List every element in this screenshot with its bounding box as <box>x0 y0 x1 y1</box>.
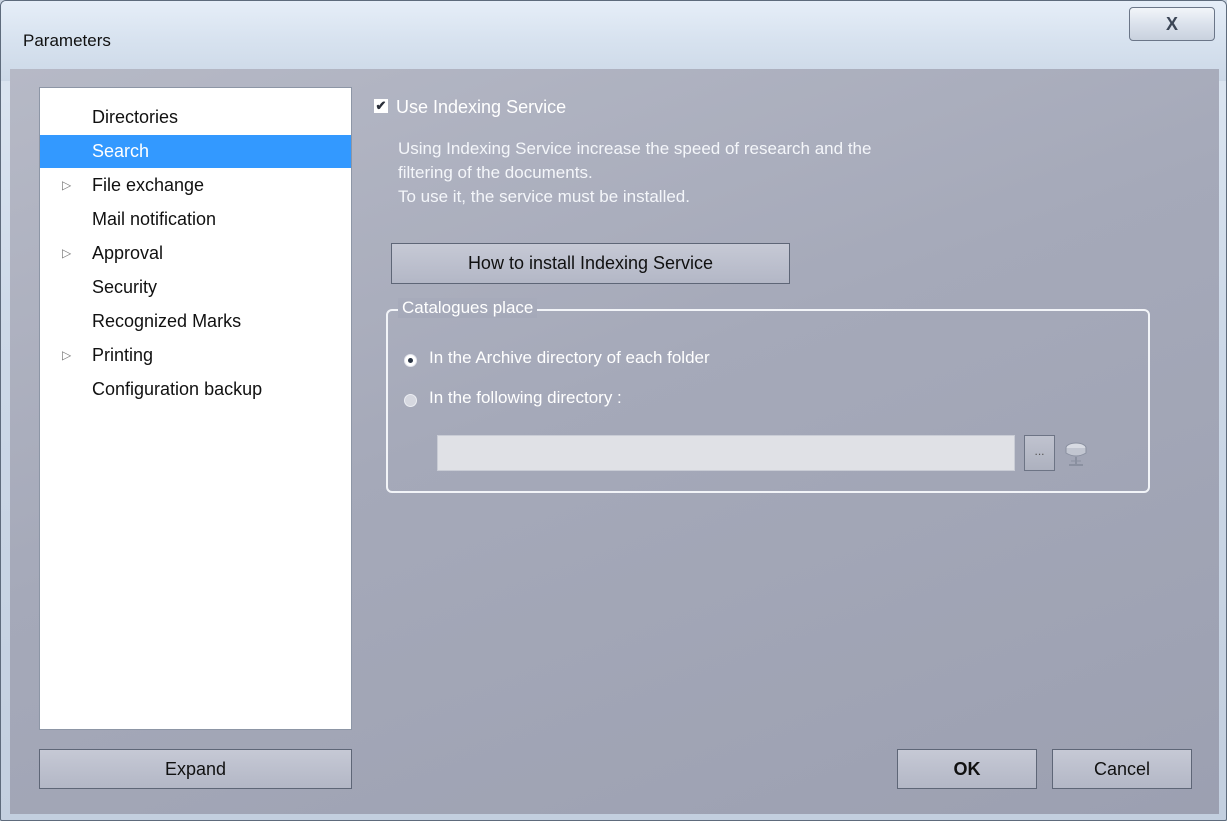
expand-button[interactable]: Expand <box>39 749 352 789</box>
tree-item-mail-notification[interactable]: Mail notification <box>40 203 351 236</box>
tree-item-configuration-backup[interactable]: Configuration backup <box>40 373 351 406</box>
description-line-1: Using Indexing Service increase the spee… <box>398 139 872 158</box>
tree-item-label: Security <box>92 277 158 297</box>
tree-item-directories[interactable]: Directories <box>40 101 351 134</box>
close-button[interactable]: X <box>1129 7 1215 41</box>
directory-path-input[interactable] <box>437 435 1015 471</box>
following-directory-label[interactable]: In the following directory : <box>429 388 622 408</box>
expand-arrow-icon[interactable]: ▷ <box>62 169 71 201</box>
browse-button[interactable]: ... <box>1024 435 1055 471</box>
expand-arrow-icon[interactable]: ▷ <box>62 339 71 371</box>
tree-item-label: Configuration backup <box>92 379 263 399</box>
close-icon: X <box>1165 14 1178 34</box>
tree-item-search[interactable]: Search <box>40 135 351 168</box>
cancel-button[interactable]: Cancel <box>1052 749 1192 789</box>
tree-item-label: Recognized Marks <box>92 311 242 331</box>
archive-directory-radio[interactable] <box>404 354 417 367</box>
network-drive-icon[interactable] <box>1061 439 1091 469</box>
use-indexing-label[interactable]: Use Indexing Service <box>396 97 566 118</box>
tree-item-label: Directories <box>92 107 179 127</box>
expand-arrow-icon[interactable]: ▷ <box>62 237 71 269</box>
tree-item-file-exchange[interactable]: ▷ File exchange <box>40 169 351 202</box>
window-title: Parameters <box>23 31 111 50</box>
following-directory-radio[interactable] <box>404 394 417 407</box>
tree-item-security[interactable]: Security <box>40 271 351 304</box>
tree-item-label: Approval <box>92 243 164 263</box>
how-to-install-button[interactable]: How to install Indexing Service <box>391 243 790 284</box>
description-line-3: To use it, the service must be installed… <box>398 187 690 206</box>
ok-button[interactable]: OK <box>897 749 1037 789</box>
dialog-body: Directories Search ▷ File exchange Mail … <box>10 69 1219 814</box>
tree-item-label: Mail notification <box>92 209 217 229</box>
tree-item-label: File exchange <box>92 175 205 195</box>
use-indexing-checkbox[interactable]: ✔ <box>374 99 388 113</box>
settings-tree: Directories Search ▷ File exchange Mail … <box>39 87 352 730</box>
tree-item-printing[interactable]: ▷ Printing <box>40 339 351 372</box>
tree-item-approval[interactable]: ▷ Approval <box>40 237 351 270</box>
parameters-dialog: Parameters X Directories Search ▷ File e… <box>0 0 1227 821</box>
tree-item-recognized-marks[interactable]: Recognized Marks <box>40 305 351 338</box>
catalogues-place-legend: Catalogues place <box>398 298 538 318</box>
description-line-2: filtering of the documents. <box>398 163 593 182</box>
archive-directory-label[interactable]: In the Archive directory of each folder <box>429 348 710 368</box>
tree-item-label: Printing <box>92 345 154 365</box>
tree-item-label: Search <box>92 141 150 161</box>
